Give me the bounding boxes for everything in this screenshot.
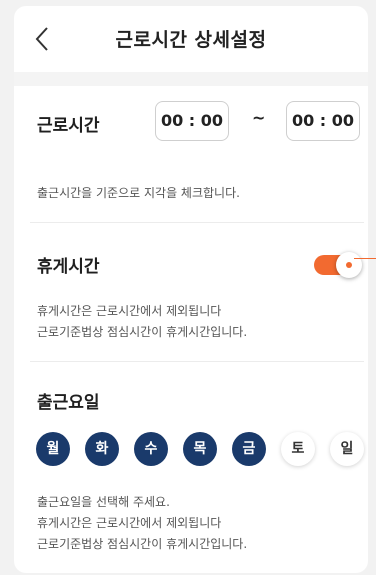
divider [30, 222, 364, 223]
break-time-help-2: 근로기준법상 점심시간이 휴게시간입니다. [37, 325, 248, 339]
day-sat-button[interactable]: 토 [281, 432, 315, 466]
day-tue-button[interactable]: 화 [85, 432, 119, 466]
time-range-separator: ~ [252, 108, 266, 127]
end-time-field[interactable]: 00 : 00 [286, 101, 360, 141]
toggle-knob [336, 252, 362, 278]
break-time-label: 휴게시간 [37, 257, 100, 277]
section-separator [14, 72, 368, 86]
work-days-help-1: 출근요일을 선택해 주세요. [37, 495, 170, 509]
start-time-field[interactable]: 00 : 00 [155, 101, 229, 141]
header: 근로시간 상세설정 [14, 6, 368, 72]
settings-card: 근로시간 상세설정 근로시간 00 : 00 ~ 00 : 00 출근시간을 기… [14, 6, 368, 573]
day-thu-button[interactable]: 목 [183, 432, 217, 466]
day-wed-button[interactable]: 수 [134, 432, 168, 466]
work-days-help-2: 휴게시간은 근로시간에서 제외됩니다 [37, 516, 222, 530]
scroll-indicator [354, 258, 376, 259]
toggle-dot [346, 262, 352, 268]
divider [30, 361, 364, 362]
day-sun-button[interactable]: 일 [330, 432, 364, 466]
day-fri-button[interactable]: 금 [232, 432, 266, 466]
break-time-toggle[interactable] [314, 251, 364, 279]
page-title: 근로시간 상세설정 [115, 29, 267, 51]
work-time-label: 근로시간 [37, 116, 100, 136]
work-day-selector: 월 화 수 목 금 토 일 [36, 432, 366, 468]
work-days-help-3: 근로기준법상 점심시간이 휴게시간입니다. [37, 537, 248, 551]
work-days-label: 출근요일 [37, 393, 100, 413]
day-mon-button[interactable]: 월 [36, 432, 70, 466]
break-time-help-1: 휴게시간은 근로시간에서 제외됩니다 [37, 304, 222, 318]
work-time-help: 출근시간을 기준으로 지각을 체크합니다. [37, 186, 240, 200]
